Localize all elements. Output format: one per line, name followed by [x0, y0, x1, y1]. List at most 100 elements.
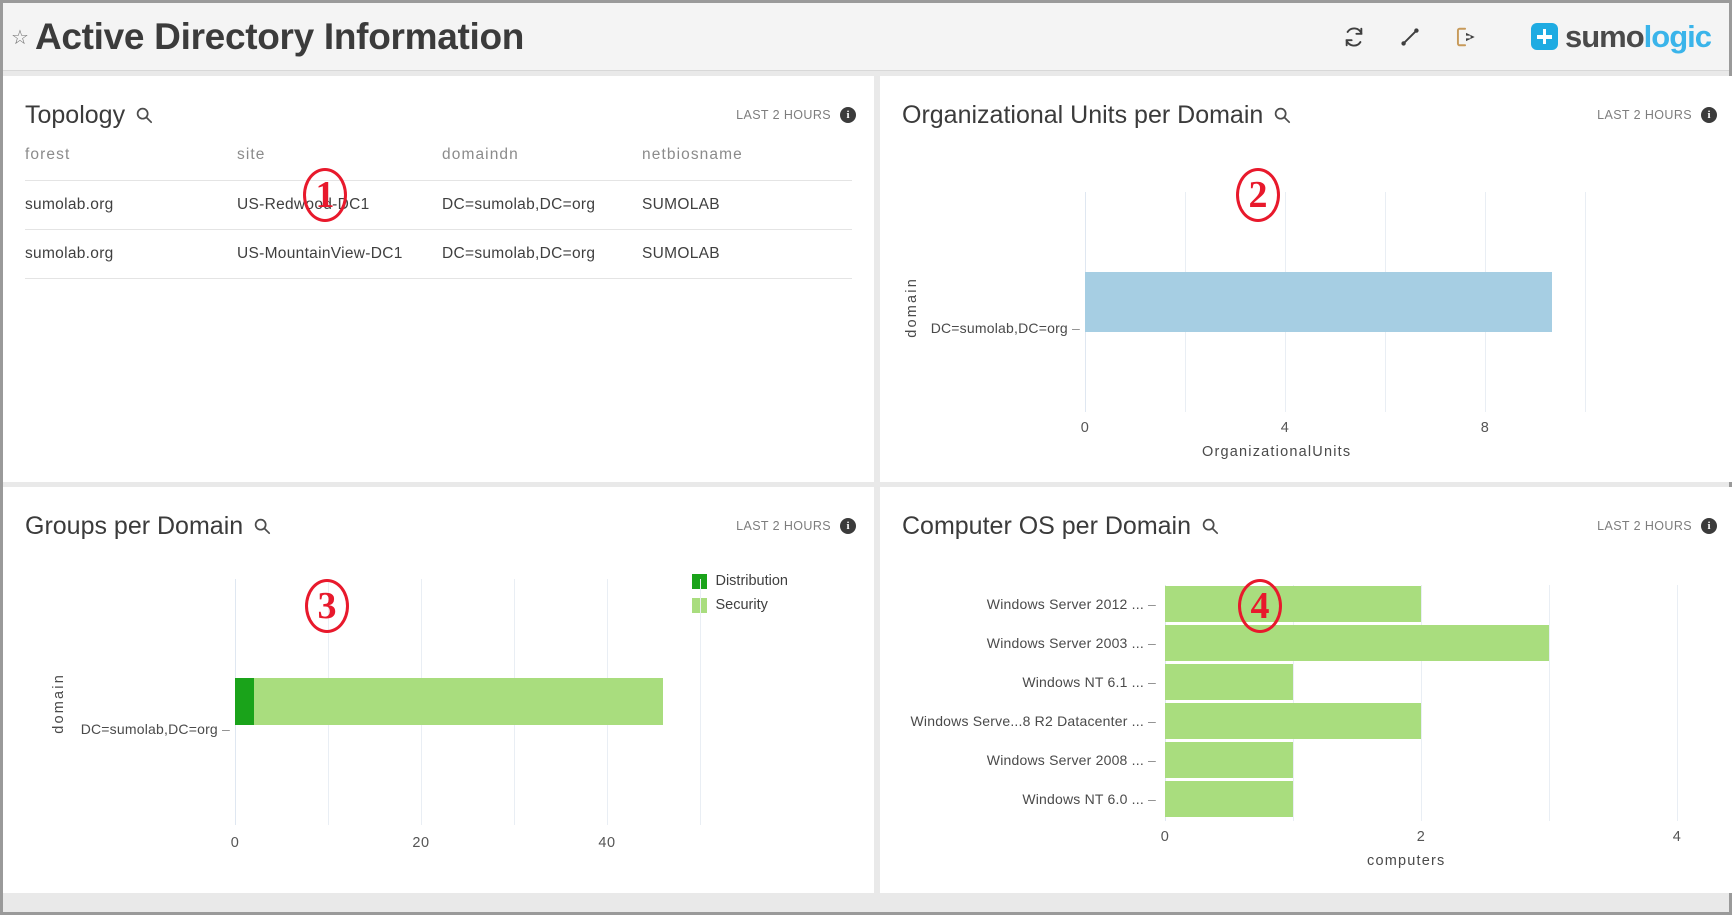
chart-organizational-units: DC=sumolab,DC=org – domain 0 4 8 Organiz… — [880, 132, 1732, 462]
panel-computer-os-per-domain: Computer OS per Domain LAST 2 HOURS i 4 — [880, 487, 1732, 893]
bar-windows-nt-60[interactable] — [1165, 781, 1293, 817]
table-row[interactable]: sumolab.org US-Redwood-DC1 DC=sumolab,DC… — [25, 180, 852, 229]
panel-meta: LAST 2 HOURS i — [736, 518, 856, 534]
gridline-2 — [1421, 585, 1422, 821]
cell-domaindn: DC=sumolab,DC=org — [442, 196, 596, 213]
annotation-badge-1: 1 — [303, 168, 347, 222]
magnifier-icon[interactable] — [1201, 517, 1219, 535]
panel-meta: LAST 2 HOURS i — [736, 107, 856, 123]
time-range-label: LAST 2 HOURS — [1597, 108, 1692, 122]
x-tick-8: 8 — [1480, 420, 1490, 436]
dashboard-app: ☆ Active Directory Information sumologic… — [0, 0, 1732, 915]
annotation-badge-2: 2 — [1236, 168, 1280, 222]
bar-segment-security[interactable] — [253, 678, 663, 725]
cell-forest: sumolab.org — [25, 245, 114, 262]
x-tick-0: 0 — [1080, 420, 1090, 436]
dashboard-header: ☆ Active Directory Information sumologic — [3, 3, 1729, 71]
bar-windows-server-2008-r2-datacenter[interactable] — [1165, 703, 1421, 739]
panel-groups-per-domain: Groups per Domain LAST 2 HOURS i 3 Distr… — [3, 487, 874, 893]
y-tick-label-1: Windows Server 2003 ... – — [986, 635, 1156, 651]
info-icon[interactable]: i — [1701, 107, 1717, 123]
table-bottom-rule — [25, 278, 852, 279]
x-tick-40: 40 — [598, 835, 616, 851]
table-row[interactable]: sumolab.org US-MountainView-DC1 DC=sumol… — [25, 229, 852, 278]
magnifier-icon[interactable] — [135, 106, 153, 124]
y-tick-label-5: Windows NT 6.0 ... – — [1022, 791, 1156, 807]
legend-item-security[interactable]: Security — [692, 597, 788, 613]
panel-title: Organizational Units per Domain — [902, 100, 1264, 129]
bar-windows-server-2008[interactable] — [1165, 742, 1293, 778]
panel-meta: LAST 2 HOURS i — [1597, 518, 1717, 534]
table-header-row: forest site domaindn netbiosname — [25, 146, 852, 180]
cell-forest: sumolab.org — [25, 196, 114, 213]
time-range-label: LAST 2 HOURS — [736, 108, 831, 122]
column-header-netbiosname: netbiosname — [642, 146, 743, 163]
panel-title: Topology — [25, 100, 126, 129]
info-icon[interactable]: i — [1701, 518, 1717, 534]
bar-windows-server-2012[interactable] — [1165, 586, 1421, 622]
topology-table: forest site domaindn netbiosname sumolab… — [3, 132, 874, 279]
x-axis-title: OrganizationalUnits — [1202, 444, 1352, 460]
panel-header: Topology LAST 2 HOURS i — [3, 76, 874, 132]
logo-text-secondary: logic — [1643, 18, 1712, 54]
y-tick-label-4: Windows Server 2008 ... – — [986, 752, 1156, 768]
chart-legend: Distribution Security — [692, 573, 788, 613]
info-icon[interactable]: i — [840, 107, 856, 123]
annotation-badge-3: 3 — [305, 579, 349, 633]
bar-segment-distribution[interactable] — [235, 678, 254, 725]
info-icon[interactable]: i — [840, 518, 856, 534]
cell-domaindn: DC=sumolab,DC=org — [442, 245, 596, 262]
x-tick-4: 4 — [1280, 420, 1290, 436]
x-tick-2: 2 — [1416, 829, 1426, 845]
gridline-4 — [1677, 585, 1678, 821]
panel-meta: LAST 2 HOURS i — [1597, 107, 1717, 123]
cell-netbiosname: SUMOLAB — [642, 196, 720, 213]
column-header-domaindn: domaindn — [442, 146, 519, 163]
magnifier-icon[interactable] — [253, 517, 271, 535]
header-toolbar: sumologic — [1341, 18, 1712, 55]
page-title: Active Directory Information — [34, 15, 525, 57]
bar-windows-server-2003[interactable] — [1165, 625, 1549, 661]
panel-organizational-units-per-domain: Organizational Units per Domain LAST 2 H… — [880, 76, 1732, 482]
annotation-badge-4: 4 — [1238, 579, 1282, 633]
gridline-50 — [700, 579, 701, 825]
refresh-icon[interactable] — [1341, 24, 1367, 50]
export-icon[interactable] — [1453, 24, 1479, 50]
legend-label: Distribution — [715, 573, 788, 589]
gridline-3 — [1549, 585, 1550, 821]
panel-title: Groups per Domain — [25, 511, 244, 540]
x-tick-0: 0 — [1160, 829, 1170, 845]
x-tick-4: 4 — [1672, 829, 1682, 845]
sumologic-logo: sumologic — [1530, 18, 1712, 55]
time-range-label: LAST 2 HOURS — [736, 519, 831, 533]
time-range-label: LAST 2 HOURS — [1597, 519, 1692, 533]
expand-icon[interactable] — [1397, 24, 1423, 50]
y-tick-label-0: Windows Server 2012 ... – — [986, 596, 1156, 612]
panel-grid: Topology LAST 2 HOURS i 1 forest site do… — [3, 71, 1732, 911]
chart-groups-per-domain: Distribution Security DC=sumolab,DC=org … — [3, 543, 874, 873]
chart-computer-os: Windows Server 2012 ... – Windows Server… — [880, 543, 1732, 873]
y-tick-label-0: DC=sumolab,DC=org – — [930, 320, 1080, 336]
gridline-10 — [1585, 192, 1586, 412]
plot-area — [235, 579, 701, 825]
logo-text-primary: sumo — [1564, 18, 1645, 54]
cell-site: US-MountainView-DC1 — [237, 245, 403, 262]
cell-netbiosname: SUMOLAB — [642, 245, 720, 262]
panel-header: Computer OS per Domain LAST 2 HOURS i — [880, 487, 1732, 543]
legend-label: Security — [715, 597, 768, 613]
y-tick-label-0: DC=sumolab,DC=org – — [80, 721, 230, 737]
bar-dc-sumolab[interactable] — [1085, 272, 1552, 332]
column-header-forest: forest — [25, 146, 71, 163]
panel-topology: Topology LAST 2 HOURS i 1 forest site do… — [3, 76, 874, 482]
legend-item-distribution[interactable]: Distribution — [692, 573, 788, 589]
favorite-star-icon[interactable]: ☆ — [11, 28, 29, 48]
y-tick-label-3: Windows Serve...8 R2 Datacenter ... – — [910, 713, 1156, 729]
sumologic-plus-icon — [1530, 23, 1558, 50]
y-axis-title: domain — [51, 673, 67, 734]
x-tick-0: 0 — [230, 835, 240, 851]
magnifier-icon[interactable] — [1273, 106, 1291, 124]
bar-windows-nt-61[interactable] — [1165, 664, 1293, 700]
panel-header: Organizational Units per Domain LAST 2 H… — [880, 76, 1732, 132]
y-tick-label-2: Windows NT 6.1 ... – — [1022, 674, 1156, 690]
y-axis-title: domain — [904, 277, 920, 338]
